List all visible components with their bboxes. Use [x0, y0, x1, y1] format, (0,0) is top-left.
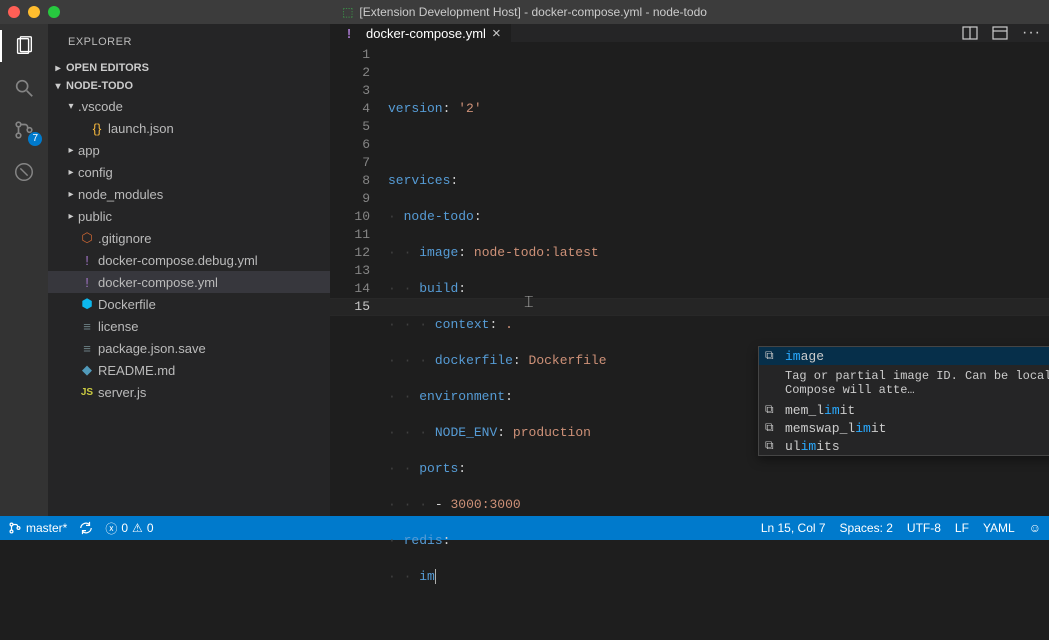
split-editor-icon[interactable] — [962, 25, 978, 41]
activity-debug[interactable] — [12, 160, 36, 184]
activity-explorer[interactable] — [12, 34, 36, 58]
suggest-item[interactable]: ⧉ ulimits — [759, 437, 1049, 455]
tree-file-pkg[interactable]: ≡package.json.save — [48, 337, 330, 359]
vscode-icon: ⬚ — [342, 5, 353, 19]
error-icon: ⓧ — [105, 520, 117, 537]
tree-file-launch[interactable]: {}launch.json — [48, 117, 330, 139]
warning-count: 0 — [147, 521, 154, 535]
tree-label: license — [98, 319, 138, 334]
chevron-down-icon: ▾ — [52, 81, 64, 92]
text-cursor-icon: ⌶ — [524, 294, 534, 312]
yaml-icon: ! — [340, 26, 358, 41]
layout-editor-icon[interactable] — [992, 25, 1008, 41]
explorer-title: EXPLORER — [48, 24, 330, 59]
tree-label: Dockerfile — [98, 297, 156, 312]
property-icon: ⧉ — [765, 403, 779, 417]
tree-file-dc-debug[interactable]: !docker-compose.debug.yml — [48, 249, 330, 271]
open-editors-section[interactable]: ▸ OPEN EDITORS — [48, 59, 330, 77]
window-title: ⬚[Extension Development Host] - docker-c… — [0, 5, 1049, 19]
tree-label: node_modules — [78, 187, 163, 202]
tree-file-dc[interactable]: !docker-compose.yml — [48, 271, 330, 293]
chevron-right-icon: ▸ — [64, 189, 78, 200]
property-icon: ⧉ — [765, 349, 779, 363]
markdown-icon: ◆ — [78, 362, 96, 378]
tree-folder-nodemodules[interactable]: ▸node_modules — [48, 183, 330, 205]
tree-label: package.json.save — [98, 341, 206, 356]
property-icon: ⧉ — [765, 421, 779, 435]
tree-file-license[interactable]: ≡license — [48, 315, 330, 337]
suggest-doc: Tag or partial image ID. Can be local or… — [759, 365, 1049, 401]
tree-label: docker-compose.debug.yml — [98, 253, 258, 268]
chevron-right-icon: ▸ — [64, 167, 78, 178]
project-label: NODE-TODO — [66, 80, 133, 92]
docker-icon: ⬢ — [78, 296, 96, 312]
status-sync[interactable] — [79, 521, 93, 535]
chevron-right-icon: ▸ — [52, 63, 64, 74]
tree-label: docker-compose.yml — [98, 275, 218, 290]
yaml-icon: ! — [78, 253, 96, 268]
tree-label: server.js — [98, 385, 146, 400]
suggest-item[interactable]: ⧉ mem_limit — [759, 401, 1049, 419]
tree-folder-app[interactable]: ▸app — [48, 139, 330, 161]
yaml-icon: ! — [78, 275, 96, 290]
editor-area: ! docker-compose.yml × ··· 123 456 789 1… — [330, 24, 1049, 516]
suggest-widget[interactable]: ⧉ image Tag or partial image ID. Can be … — [758, 346, 1049, 456]
json-icon: {} — [88, 121, 106, 136]
property-icon: ⧉ — [765, 439, 779, 453]
license-icon: ≡ — [78, 319, 96, 334]
tree-folder-public[interactable]: ▸public — [48, 205, 330, 227]
tree-label: app — [78, 143, 100, 158]
activity-scm[interactable]: 7 — [12, 118, 36, 142]
error-count: 0 — [121, 521, 128, 535]
chevron-right-icon: ▸ — [64, 211, 78, 222]
activity-search[interactable] — [12, 76, 36, 100]
status-problems[interactable]: ⓧ 0 ⚠ 0 — [105, 520, 153, 537]
scm-badge: 7 — [28, 132, 42, 146]
chevron-right-icon: ▸ — [64, 145, 78, 156]
project-section[interactable]: ▾ NODE-TODO — [48, 77, 330, 95]
tab-docker-compose[interactable]: ! docker-compose.yml × — [330, 24, 512, 42]
tree-folder-vscode[interactable]: ▾.vscode — [48, 95, 330, 117]
js-icon: JS — [78, 387, 96, 398]
tree-label: .gitignore — [98, 231, 151, 246]
tree-file-readme[interactable]: ◆README.md — [48, 359, 330, 381]
tab-label: docker-compose.yml — [366, 26, 486, 41]
file-tree: ▾.vscode {}launch.json ▸app ▸config ▸nod… — [48, 95, 330, 403]
more-actions-icon[interactable]: ··· — [1022, 24, 1041, 42]
open-editors-label: OPEN EDITORS — [66, 62, 149, 74]
titlebar: ⬚[Extension Development Host] - docker-c… — [0, 0, 1049, 24]
tree-label: config — [78, 165, 113, 180]
git-icon: ⬡ — [78, 230, 96, 246]
editor-tabs: ! docker-compose.yml × ··· — [330, 24, 1049, 42]
warning-icon: ⚠ — [132, 521, 143, 535]
close-tab-button[interactable]: × — [492, 25, 501, 42]
code-content[interactable]: version: '2' services: · node-todo: · · … — [388, 42, 1049, 640]
tree-file-server[interactable]: JSserver.js — [48, 381, 330, 403]
code-editor[interactable]: 123 456 789 101112 131415 version: '2' s… — [330, 42, 1049, 640]
file-icon: ≡ — [78, 341, 96, 356]
activity-bar: 7 — [0, 24, 48, 516]
tree-file-gitignore[interactable]: ⬡.gitignore — [48, 227, 330, 249]
tree-folder-config[interactable]: ▸config — [48, 161, 330, 183]
tree-file-dockerfile[interactable]: ⬢Dockerfile — [48, 293, 330, 315]
editor-actions: ··· — [962, 24, 1049, 42]
line-gutter: 123 456 789 101112 131415 — [330, 42, 388, 640]
tree-label: public — [78, 209, 112, 224]
suggest-item[interactable]: ⧉ image — [759, 347, 1049, 365]
chevron-down-icon: ▾ — [64, 101, 78, 112]
explorer-sidebar: EXPLORER ▸ OPEN EDITORS ▾ NODE-TODO ▾.vs… — [48, 24, 330, 516]
status-branch[interactable]: master* — [8, 521, 67, 535]
branch-label: master* — [26, 521, 67, 535]
tree-label: launch.json — [108, 121, 174, 136]
suggest-item[interactable]: ⧉ memswap_limit — [759, 419, 1049, 437]
tree-label: README.md — [98, 363, 175, 378]
tree-label: .vscode — [78, 99, 123, 114]
